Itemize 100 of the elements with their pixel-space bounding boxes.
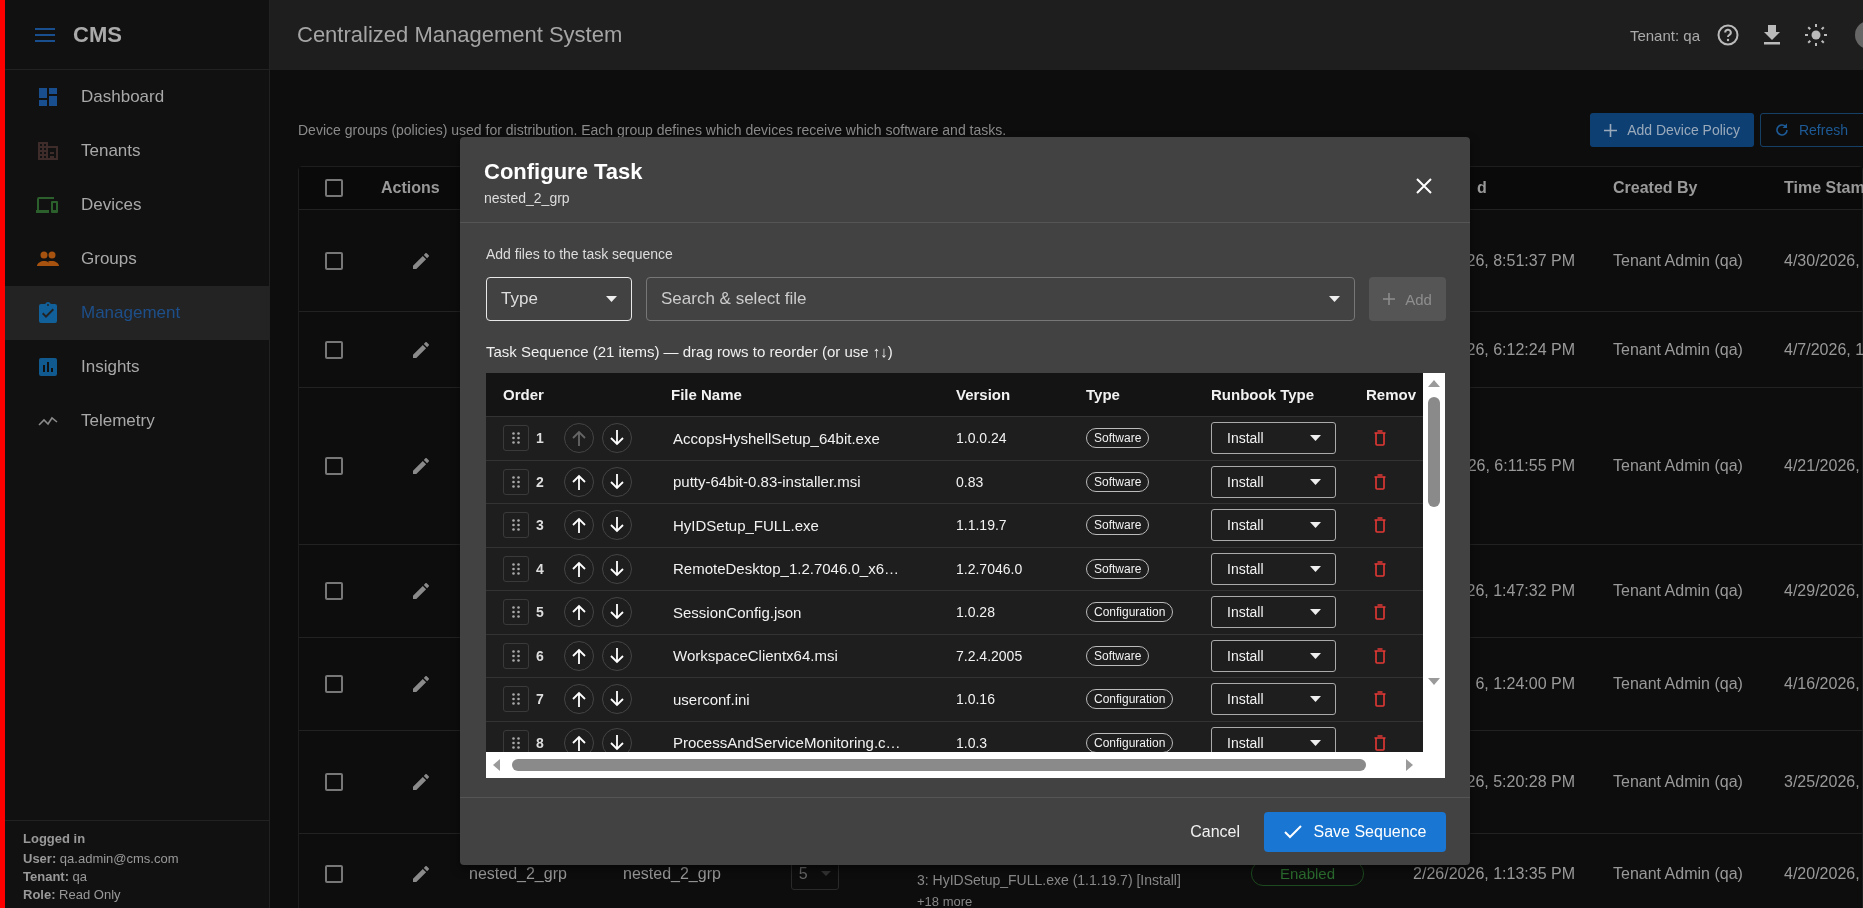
- caret-icon: [821, 871, 832, 876]
- table-cell: userconf.ini: [673, 690, 750, 708]
- help-icon[interactable]: [1716, 23, 1740, 47]
- runbook-select[interactable]: Install: [1211, 596, 1336, 629]
- checkbox[interactable]: [325, 864, 343, 883]
- table-cell: Tenant Admin (qa): [1613, 773, 1743, 791]
- pencil-icon[interactable]: [413, 774, 429, 790]
- checkbox[interactable]: [325, 179, 343, 197]
- drag-handle-icon[interactable]: [503, 512, 529, 539]
- arrow-down-icon: [610, 560, 624, 577]
- runbook-select[interactable]: Install: [1211, 639, 1336, 672]
- arrow-down-icon: [610, 734, 624, 751]
- order-number: 5: [536, 604, 545, 621]
- column-header: Remov: [1366, 386, 1417, 403]
- pencil-icon[interactable]: [413, 583, 429, 599]
- column-header: File Name: [671, 386, 742, 403]
- runbook-select[interactable]: Install: [1211, 683, 1336, 716]
- trash-icon[interactable]: [1374, 517, 1386, 534]
- download-icon[interactable]: [1762, 24, 1782, 46]
- drag-handle-icon[interactable]: [503, 555, 529, 582]
- drag-handle-icon[interactable]: [503, 599, 529, 626]
- page-description: Device groups (policies) used for distribution. Each group defines which devices receive which software and tasks.: [298, 122, 1008, 138]
- logged-in-heading: Logged in: [23, 831, 87, 846]
- drag-handle-icon[interactable]: [503, 642, 529, 669]
- table-cell: 6, 1:24:00 PM: [1475, 675, 1575, 693]
- runbook-select[interactable]: Install: [1211, 465, 1336, 498]
- section-label: Add files to the task sequence: [486, 245, 674, 263]
- checkbox[interactable]: [325, 251, 343, 270]
- trash-icon[interactable]: [1374, 647, 1386, 664]
- arrow-up-icon: [572, 734, 586, 751]
- order-number: 4: [536, 560, 545, 577]
- runbook-select[interactable]: Install: [1211, 552, 1336, 585]
- checkbox[interactable]: [325, 675, 343, 693]
- table-cell: Tenant Admin (qa): [1613, 457, 1743, 475]
- trash-icon[interactable]: [1374, 473, 1386, 490]
- table-cell: Tenant Admin (qa): [1613, 675, 1743, 693]
- table-cell: 2/26/2026, 1:13:35 PM: [1413, 864, 1575, 883]
- account-info: Role: Read Only: [23, 886, 122, 904]
- nav-item[interactable]: Insights: [5, 340, 269, 394]
- arrow-up-icon: [572, 517, 586, 534]
- drag-handle-icon[interactable]: [503, 468, 529, 495]
- drag-handle-icon[interactable]: [503, 425, 529, 452]
- arrow-down-icon: [610, 473, 624, 490]
- table-cell: RemoteDesktop_1.2.7046.0_x6…: [673, 560, 899, 578]
- save-button[interactable]: Save Sequence: [1264, 811, 1446, 852]
- order-number: 7: [536, 691, 545, 708]
- arrow-down-icon: [610, 430, 624, 447]
- table-cell: 1.2.7046.0: [956, 560, 1023, 577]
- trash-icon[interactable]: [1374, 560, 1386, 577]
- caret-icon: [1310, 435, 1321, 442]
- refresh-icon: [1774, 123, 1789, 137]
- plus-icon: [1383, 293, 1396, 305]
- arrow-up-icon: [572, 691, 586, 708]
- type-select[interactable]: Type: [486, 277, 632, 321]
- sun-icon[interactable]: [1804, 23, 1828, 47]
- section-label: Task Sequence (21 items) — drag rows to reorder (or use ↑↓): [486, 343, 894, 361]
- avatar-icon[interactable]: [1854, 21, 1863, 49]
- file-search-select[interactable]: Search & select file: [646, 277, 1355, 321]
- pencil-icon[interactable]: [413, 458, 429, 474]
- caret-icon: [1329, 296, 1340, 302]
- table-cell: Tenant Admin (qa): [1613, 582, 1743, 600]
- table-cell: 4/16/2026,: [1784, 675, 1860, 693]
- trash-icon[interactable]: [1374, 430, 1386, 447]
- pencil-icon[interactable]: [413, 252, 429, 269]
- order-number: 6: [536, 647, 545, 664]
- runbook-select[interactable]: Install: [1211, 422, 1336, 455]
- close-icon[interactable]: [1416, 178, 1432, 194]
- caret-icon: [1310, 478, 1321, 485]
- nav-item[interactable]: Devices: [5, 178, 269, 232]
- caret-icon: [1310, 609, 1321, 616]
- table-cell: nested_2_grp: [623, 864, 721, 883]
- trash-icon[interactable]: [1374, 691, 1386, 708]
- nav-item[interactable]: Dashboard: [5, 70, 269, 124]
- trash-icon[interactable]: [1374, 604, 1386, 621]
- pencil-icon[interactable]: [413, 676, 429, 692]
- drag-handle-icon[interactable]: [503, 686, 529, 713]
- pencil-icon[interactable]: [413, 865, 429, 882]
- order-number: 8: [536, 734, 545, 751]
- checkbox[interactable]: [325, 773, 343, 791]
- runbook-select[interactable]: Install: [1211, 509, 1336, 542]
- add-button[interactable]: Add Device Policy: [1590, 113, 1754, 147]
- arrow-up-icon: [572, 647, 586, 664]
- column-header: Created By: [1613, 179, 1698, 197]
- nav-item[interactable]: Tenants: [5, 124, 269, 178]
- table-cell: 1.0.16: [956, 691, 995, 708]
- table-cell: 4/30/2026,: [1784, 251, 1860, 270]
- cancel-button[interactable]: Cancel: [1182, 814, 1248, 849]
- account-info: Tenant: qa: [23, 868, 89, 886]
- nav-item[interactable]: Telemetry: [5, 394, 269, 448]
- pencil-icon[interactable]: [413, 341, 429, 358]
- trash-icon[interactable]: [1374, 734, 1386, 751]
- arrow-down-icon: [610, 647, 624, 664]
- nav-item[interactable]: Groups: [5, 232, 269, 286]
- dialog-subtitle: nested_2_grp: [484, 190, 571, 206]
- checkbox[interactable]: [325, 582, 343, 600]
- order-number: 2: [536, 473, 545, 490]
- checkbox[interactable]: [325, 340, 343, 359]
- table-cell: 4/29/2026,: [1784, 582, 1860, 600]
- order-number: 1: [536, 430, 545, 447]
- checkbox[interactable]: [325, 457, 343, 475]
